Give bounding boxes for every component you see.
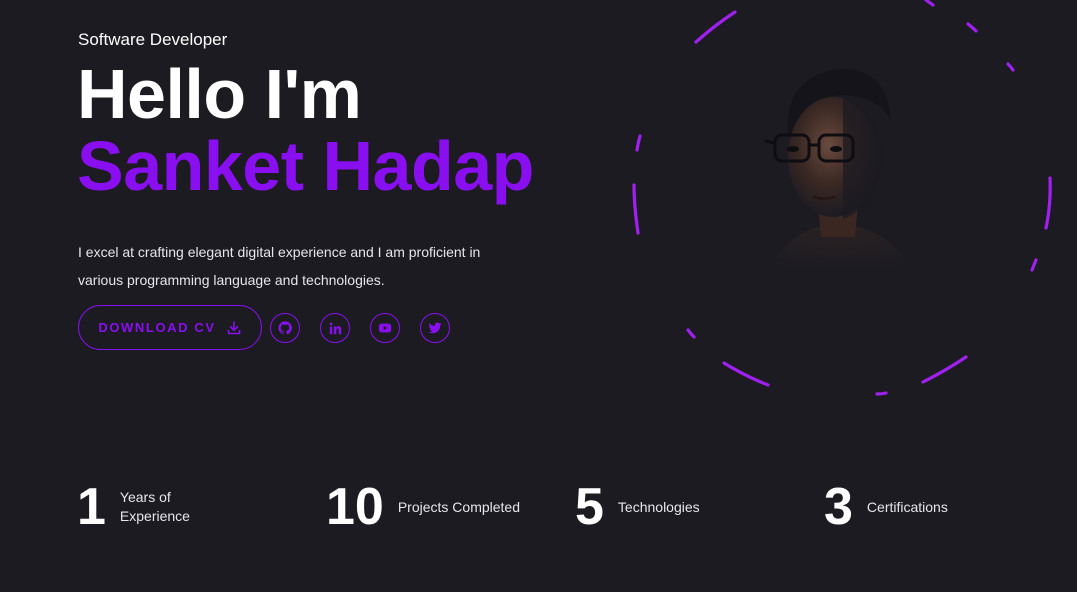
stat-number: 10	[326, 478, 384, 536]
download-cv-button[interactable]: DOWNLOAD CV	[78, 305, 262, 350]
stat-number: 5	[575, 478, 604, 536]
stat-label: Years of Experience	[119, 489, 190, 524]
social-links	[270, 313, 450, 343]
stat-experience: 1 Years of Experience	[77, 476, 200, 538]
headline: Hello I'm Sanket Hadap	[77, 58, 534, 202]
stat-number: 1	[77, 478, 106, 536]
developer-name: Sanket Hadap	[77, 127, 534, 205]
download-cv-label: DOWNLOAD CV	[98, 320, 216, 335]
twitter-link[interactable]	[420, 313, 450, 343]
profile-photo-area	[620, 0, 1060, 410]
job-title: Software Developer	[78, 30, 228, 49]
linkedin-link[interactable]	[320, 313, 350, 343]
intro-description: I excel at crafting elegant digital expe…	[78, 244, 481, 288]
github-icon	[278, 321, 292, 335]
youtube-icon	[378, 321, 392, 335]
youtube-link[interactable]	[370, 313, 400, 343]
linkedin-icon	[329, 322, 342, 335]
twitter-icon	[428, 321, 442, 335]
stat-label: Projects Completed	[397, 498, 521, 515]
hero-section: Software Developer Hello I'm Sanket Hada…	[0, 0, 1077, 592]
stats-row: 1 Years of Experience 10 Projects Comple…	[0, 476, 1077, 538]
stat-number: 3	[824, 478, 853, 536]
stat-certifications: 3 Certifications	[824, 476, 948, 538]
profile-portrait	[763, 68, 913, 277]
stat-label: Technologies	[617, 498, 700, 515]
github-link[interactable]	[270, 313, 300, 343]
greeting-text: Hello I'm	[77, 55, 362, 133]
stat-projects: 10 Projects Completed	[326, 476, 520, 538]
download-icon	[226, 320, 242, 336]
stat-label: Certifications	[866, 498, 948, 515]
stat-technologies: 5 Technologies	[575, 476, 700, 538]
